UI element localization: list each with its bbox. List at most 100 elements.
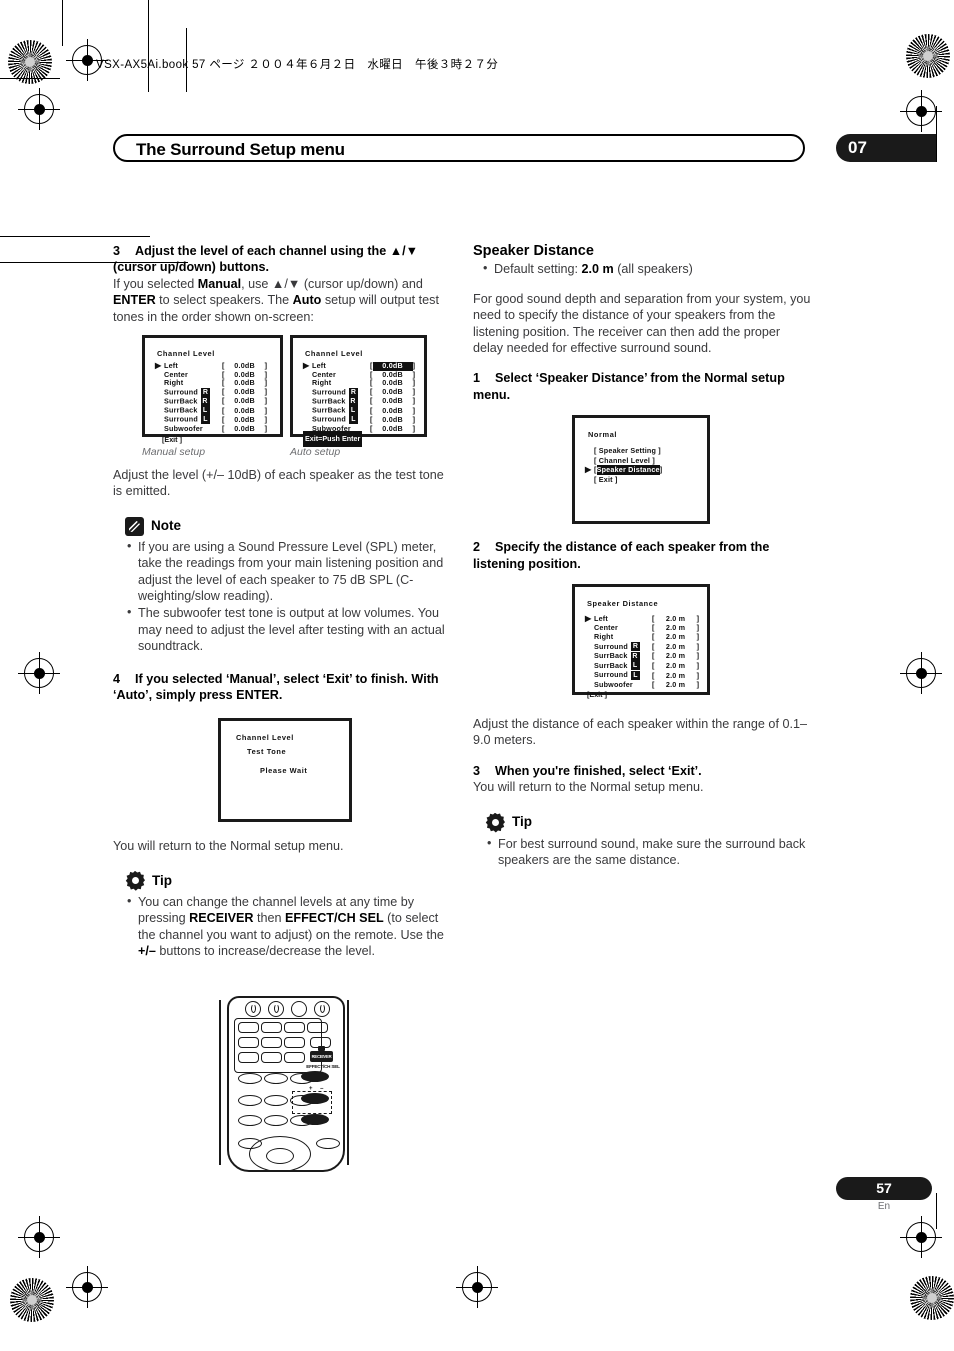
osd-row-value[interactable]: 2.0 m bbox=[655, 614, 697, 623]
remote-power-button-4[interactable] bbox=[314, 1001, 330, 1017]
osd-row-label: Right bbox=[164, 378, 184, 388]
remote-input-key[interactable] bbox=[238, 1037, 259, 1048]
page-tick-rule bbox=[936, 1193, 937, 1229]
osd-testtone-line2: Please Wait bbox=[260, 765, 308, 775]
gear-tip-icon bbox=[125, 870, 145, 891]
default-setting-item: Default setting: 2.0 m (all speakers) bbox=[481, 260, 813, 277]
remote-input-key[interactable] bbox=[238, 1022, 259, 1033]
step-3-body: If you selected Manual, use ▲/▼ (cursor … bbox=[113, 276, 453, 325]
remote-input-key[interactable] bbox=[238, 1052, 259, 1063]
remote-input-key[interactable] bbox=[261, 1022, 282, 1033]
osd-bracket-close: ] bbox=[412, 423, 416, 433]
remote-oval-button[interactable] bbox=[316, 1138, 340, 1149]
remote-oval-button-dark[interactable] bbox=[301, 1114, 329, 1125]
remote-input-key[interactable] bbox=[284, 1052, 305, 1063]
tip-text-part4: buttons to increase/decrease the level. bbox=[155, 944, 375, 959]
step-3-number: 3 bbox=[113, 244, 121, 258]
remote-input-key[interactable] bbox=[261, 1052, 282, 1063]
osd-row[interactable]: SurrBack R[0.0dB] bbox=[303, 397, 415, 407]
step-2-text: Specify the distance of each speaker fro… bbox=[473, 540, 770, 571]
osd-row-value[interactable]: 0.0dB bbox=[373, 397, 413, 406]
note-block: Note If you are using a Sound Pressure L… bbox=[125, 516, 453, 655]
chapter-tick-rule bbox=[936, 106, 937, 162]
remote-plus-minus-button[interactable] bbox=[301, 1093, 329, 1104]
remote-input-key[interactable] bbox=[284, 1037, 305, 1048]
cursor-arrow-icon: ▶ bbox=[155, 361, 162, 371]
osd-row[interactable]: Center[2.0 m] bbox=[585, 623, 699, 632]
remote-oval-button[interactable] bbox=[264, 1115, 288, 1126]
remote-input-key[interactable] bbox=[261, 1037, 282, 1048]
osd-row-value[interactable]: 2.0 m bbox=[655, 623, 697, 632]
osd-distance-exit[interactable]: [Exit ] bbox=[587, 687, 607, 703]
osd-row[interactable]: SurrBack R[0.0dB] bbox=[155, 397, 267, 407]
osd-row-value[interactable]: 0.0dB bbox=[373, 424, 413, 434]
osd-menu-item[interactable]: [ Channel Level ] bbox=[585, 456, 662, 466]
remote-oval-button[interactable] bbox=[238, 1095, 262, 1106]
osd-menu-item[interactable]: [ Exit ] bbox=[585, 475, 662, 485]
page-language-code: En bbox=[877, 1201, 891, 1212]
osd-bracket-close: ] bbox=[696, 670, 700, 680]
osd-row-value[interactable]: 2.0 m bbox=[655, 680, 697, 689]
remote-power-button-2[interactable] bbox=[268, 1001, 284, 1017]
channel-side-chip: R bbox=[200, 397, 210, 407]
tip-bold-effect-ch-sel: EFFECT/CH SEL bbox=[285, 911, 384, 926]
osd-row-value[interactable]: 2.0 m bbox=[655, 671, 697, 680]
cursor-arrow-icon: ▶ bbox=[585, 465, 592, 475]
remote-oval-button[interactable] bbox=[238, 1115, 262, 1126]
step-3r-heading: 3 When you're finished, select ‘Exit’. bbox=[473, 763, 813, 779]
step-3-bold-enter: ENTER bbox=[113, 293, 156, 308]
osd-row-value[interactable]: 0.0dB bbox=[225, 424, 265, 434]
osd-manual-exit-label[interactable]: [Exit ] bbox=[162, 435, 182, 444]
osd-row[interactable]: Right[2.0 m] bbox=[585, 632, 699, 641]
note-header: Note bbox=[125, 516, 453, 536]
osd-row-value[interactable]: 2.0 m bbox=[655, 651, 697, 660]
remote-effect-ch-sel-button[interactable] bbox=[301, 1071, 329, 1082]
remote-receiver-button[interactable]: RECEIVER bbox=[310, 1051, 333, 1062]
channel-side-chip: R bbox=[348, 397, 358, 407]
registration-mark-bottom-left bbox=[66, 1266, 108, 1308]
osd-menu-item[interactable]: ▶[Speaker Distance] bbox=[585, 465, 662, 476]
osd-row-label: Right bbox=[594, 632, 614, 642]
registration-mark-right-lower bbox=[900, 1216, 942, 1258]
osd-bracket-close: ] bbox=[696, 623, 700, 633]
remote-input-key[interactable] bbox=[284, 1022, 305, 1033]
osd-row-value[interactable]: 2.0 m bbox=[655, 642, 697, 651]
step-4-text: If you selected ‘Manual’, select ‘Exit’ … bbox=[113, 671, 439, 703]
remote-power-button-1[interactable] bbox=[245, 1001, 261, 1017]
remote-plus-minus-label: + – bbox=[309, 1086, 327, 1092]
osd-row-value[interactable]: 0.0dB bbox=[373, 406, 413, 416]
tip-label-right: Tip bbox=[512, 814, 532, 830]
remote-power-button-3[interactable] bbox=[291, 1001, 307, 1017]
osd-auto-title: Channel Level bbox=[305, 349, 363, 359]
osd-row-value[interactable]: 0.0dB bbox=[225, 406, 265, 416]
osd-row[interactable]: Surround R[2.0 m] bbox=[585, 642, 699, 652]
osd-row-value[interactable]: 2.0 m bbox=[655, 632, 697, 641]
remote-input-key[interactable] bbox=[307, 1022, 328, 1033]
remote-cursor-wheel[interactable] bbox=[249, 1136, 311, 1172]
default-setting-label: Default setting: bbox=[494, 262, 582, 277]
osd-menu-item[interactable]: [ Speaker Setting ] bbox=[585, 446, 662, 456]
remote-oval-button[interactable] bbox=[264, 1073, 288, 1084]
note-item: The subwoofer test tone is output at low… bbox=[125, 604, 453, 654]
osd-row[interactable]: ▶ Left[2.0 m] bbox=[585, 614, 699, 623]
after-distance-text: Adjust the distance of each speaker with… bbox=[473, 717, 807, 748]
osd-row[interactable]: Surround L[2.0 m] bbox=[585, 670, 700, 681]
osd-row-value[interactable]: 2.0 m bbox=[655, 661, 697, 670]
osd-row[interactable]: SurrBack R[2.0 m] bbox=[585, 651, 699, 661]
registration-starburst-bottom-right bbox=[910, 1276, 954, 1320]
speaker-distance-screen-group: Speaker Distance ▶ Left[2.0 m] Center[2.0 … bbox=[473, 584, 813, 716]
channel-side-chip: L bbox=[200, 406, 210, 416]
channel-side-chip: R bbox=[630, 642, 640, 652]
osd-row[interactable]: SurrBack L[2.0 m] bbox=[585, 661, 699, 671]
osd-test-tone: Channel Level Test Tone Please Wait bbox=[218, 717, 352, 822]
cursor-arrow-icon: ▶ bbox=[303, 361, 310, 371]
remote-oval-button[interactable] bbox=[264, 1095, 288, 1106]
page-number-badge: 57 bbox=[836, 1177, 932, 1200]
osd-row-value[interactable]: 0.0dB bbox=[225, 397, 265, 406]
remote-left-edge bbox=[219, 1000, 221, 1165]
tip-block-left: Tip You can change the channel levels at… bbox=[125, 870, 453, 960]
step-1-text: Select ‘Speaker Distance’ from the Norma… bbox=[473, 371, 785, 402]
page-number: 57 bbox=[876, 1180, 892, 1196]
osd-row-label: Surround R bbox=[164, 387, 210, 398]
remote-oval-button[interactable] bbox=[238, 1073, 262, 1084]
